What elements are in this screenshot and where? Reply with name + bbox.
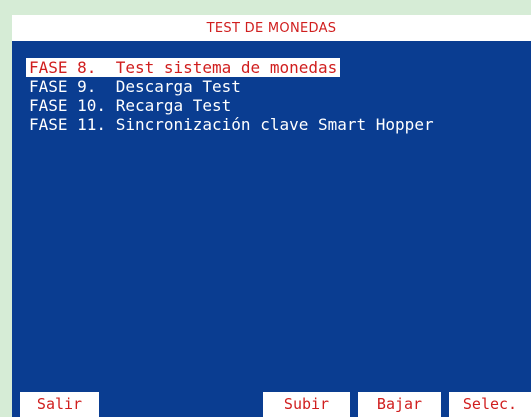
window-title: TEST DE MONEDAS	[12, 15, 531, 43]
subir-button[interactable]: Subir	[263, 392, 350, 417]
salir-button[interactable]: Salir	[20, 392, 99, 417]
menu-item-fase-10[interactable]: FASE 10. Recarga Test	[26, 96, 234, 115]
menu-item-fase-9[interactable]: FASE 9. Descarga Test	[26, 77, 244, 96]
menu-item-fase-8[interactable]: FASE 8. Test sistema de monedas	[26, 58, 341, 77]
bajar-button[interactable]: Bajar	[358, 392, 441, 417]
fase-menu: FASE 8. Test sistema de monedas FASE 9. …	[26, 58, 437, 134]
selec-button[interactable]: Selec.	[449, 392, 531, 417]
menu-item-fase-11[interactable]: FASE 11. Sincronización clave Smart Hopp…	[26, 115, 437, 134]
test-monedas-window: TEST DE MONEDAS FASE 8. Test sistema de …	[12, 15, 531, 417]
